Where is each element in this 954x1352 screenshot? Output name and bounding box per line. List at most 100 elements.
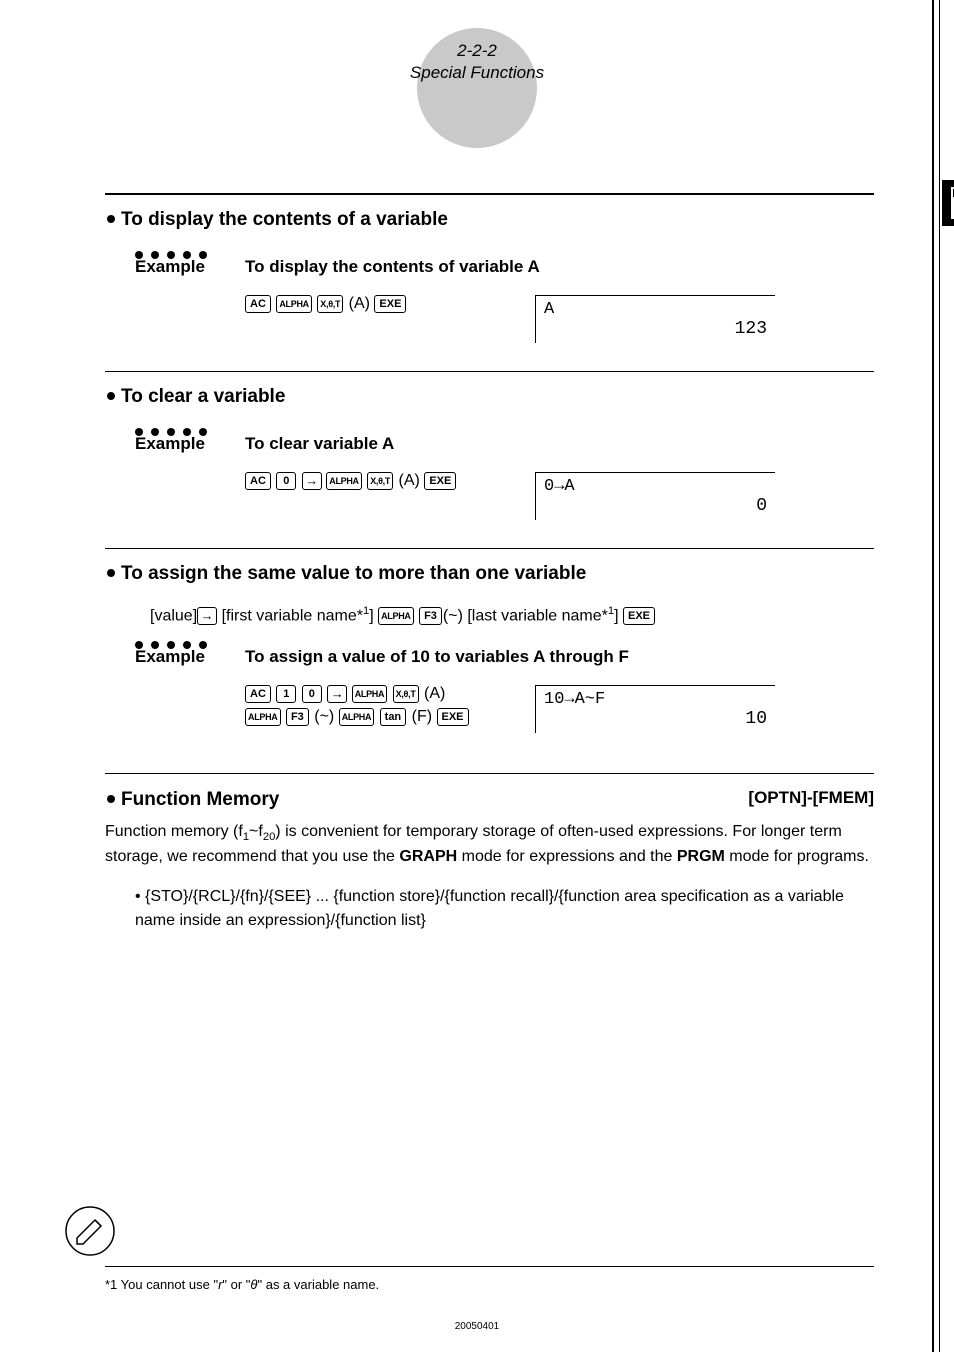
footnote-text: *1 You cannot use "r" or "θ" as a variab… [105, 1277, 874, 1292]
keys-and-display: AC 1 0 → ALPHA X,θ,T (A) ALPHA F3 (~) AL… [245, 685, 874, 733]
bullet-icon [107, 215, 115, 223]
key-xthetat: X,θ,T [317, 295, 343, 313]
body-text: mode for expressions and the [457, 848, 677, 865]
lcd-result: 0 [544, 496, 767, 516]
example-label: Example [135, 257, 245, 277]
page-content: To display the contents of a variable Ex… [0, 153, 954, 933]
horizontal-rule [105, 773, 874, 774]
calculator-tab-icon [942, 180, 954, 226]
section-title: To display the contents of a variable [121, 209, 448, 231]
key-alpha: ALPHA [326, 472, 362, 490]
key-0: 0 [302, 685, 322, 703]
example-description: To display the contents of variable A [245, 257, 540, 277]
example-row: Example To display the contents of varia… [135, 257, 874, 277]
example-description: To clear variable A [245, 434, 394, 454]
key-exe: EXE [623, 607, 655, 625]
key-alpha: ALPHA [245, 708, 281, 726]
body-text: Function memory (f [105, 823, 243, 840]
subscript: 20 [263, 832, 275, 844]
lcd-display: 10→A~F 10 [535, 685, 775, 733]
horizontal-rule [105, 193, 874, 195]
lcd-result: 10 [544, 709, 767, 729]
body-text: ~f [249, 823, 263, 840]
page-section-title: Special Functions [410, 62, 544, 84]
key-store-arrow: → [302, 472, 322, 490]
lcd-input: 10→A~F [544, 690, 767, 709]
key-ac: AC [245, 472, 271, 490]
key-1: 1 [276, 685, 296, 703]
key-store-arrow: → [327, 685, 347, 703]
syntax-line: [value]→ [first variable name*1] ALPHA F… [150, 605, 874, 625]
page-header: 2-2-2 Special Functions [0, 0, 954, 153]
lcd-display: 0→A 0 [535, 472, 775, 520]
section-heading: To clear a variable [105, 386, 874, 428]
horizontal-rule [105, 548, 874, 549]
key-store-arrow: → [197, 607, 217, 625]
key-xthetat: X,θ,T [393, 685, 419, 703]
lcd-input: 0→A [544, 477, 767, 496]
menu-sep: }/{ [183, 888, 198, 905]
key-0: 0 [276, 472, 296, 490]
function-memory-header: Function Memory [OPTN]-[FMEM] [105, 788, 874, 811]
lcd-result: 123 [544, 319, 767, 339]
key-f3: F3 [286, 708, 309, 726]
right-page-border [932, 0, 934, 1352]
lcd-input: A [544, 300, 767, 319]
key-exe: EXE [437, 708, 469, 726]
bullet-icon [107, 795, 115, 803]
menu-rcl: RCL [198, 888, 230, 905]
footer-date: 20050401 [0, 1321, 954, 1332]
key-ac: AC [245, 295, 271, 313]
key-exe: EXE [424, 472, 456, 490]
keys-and-display: AC ALPHA X,θ,T (A) EXE A 123 [245, 295, 874, 343]
function-memory-body: Function memory (f1~f20) is convenient f… [105, 821, 874, 868]
bullet-icon [107, 392, 115, 400]
example-description: To assign a value of 10 to variables A t… [245, 647, 629, 667]
section-heading: To assign the same value to more than on… [105, 563, 874, 605]
key-alpha: ALPHA [276, 295, 312, 313]
key-xthetat: X,θ,T [367, 472, 393, 490]
key-annotation: (F) [412, 708, 432, 725]
key-annotation: (A) [424, 685, 445, 702]
key-exe: EXE [374, 295, 406, 313]
key-f3: F3 [419, 607, 442, 625]
key-sequence: AC ALPHA X,θ,T (A) EXE [245, 295, 495, 313]
menu-item-list: • {STO}/{RCL}/{fn}/{SEE} ... {function s… [135, 885, 874, 933]
section-title: To clear a variable [121, 386, 285, 408]
key-ac: AC [245, 685, 271, 703]
menu-sep: }/{ [230, 888, 245, 905]
prgm-mode: PRGM [677, 848, 725, 865]
horizontal-rule [105, 371, 874, 372]
key-alpha: ALPHA [352, 685, 388, 703]
footnote-marker: *1 [105, 1277, 117, 1292]
page-number: 2-2-2 [410, 40, 544, 62]
key-annotation: (A) [399, 472, 420, 489]
function-memory-title: Function Memory [121, 789, 279, 811]
footnote-rule [105, 1266, 874, 1267]
key-alpha: ALPHA [378, 607, 414, 625]
example-label: Example [135, 647, 245, 667]
menu-path: [OPTN]-[FMEM] [748, 788, 874, 808]
menu-fn: fn [245, 888, 258, 905]
example-row: Example To clear variable A [135, 434, 874, 454]
key-annotation: (A) [349, 295, 370, 312]
bullet-icon [107, 569, 115, 577]
key-sequence: AC 1 0 → ALPHA X,θ,T (A) ALPHA F3 (~) AL… [245, 685, 495, 725]
keys-and-display: AC 0 → ALPHA X,θ,T (A) EXE 0→A 0 [245, 472, 874, 520]
menu-prefix: • { [135, 888, 150, 905]
key-annotation: (~) [314, 708, 334, 725]
example-row: Example To assign a value of 10 to varia… [135, 647, 874, 667]
lcd-display: A 123 [535, 295, 775, 343]
section-title: To assign the same value to more than on… [121, 563, 586, 585]
menu-see: SEE [274, 888, 306, 905]
example-label: Example [135, 434, 245, 454]
footnote-area: *1 You cannot use "r" or "θ" as a variab… [105, 1266, 874, 1292]
section-heading: To display the contents of a variable [105, 209, 874, 251]
key-alpha: ALPHA [339, 708, 375, 726]
footnote-body: You cannot use "r" or "θ" as a variable … [117, 1277, 379, 1292]
key-tan: tan [380, 708, 407, 726]
body-text: mode for programs. [725, 848, 869, 865]
pencil-note-icon [65, 1206, 115, 1256]
header-text: 2-2-2 Special Functions [410, 40, 544, 84]
graph-mode: GRAPH [399, 848, 457, 865]
